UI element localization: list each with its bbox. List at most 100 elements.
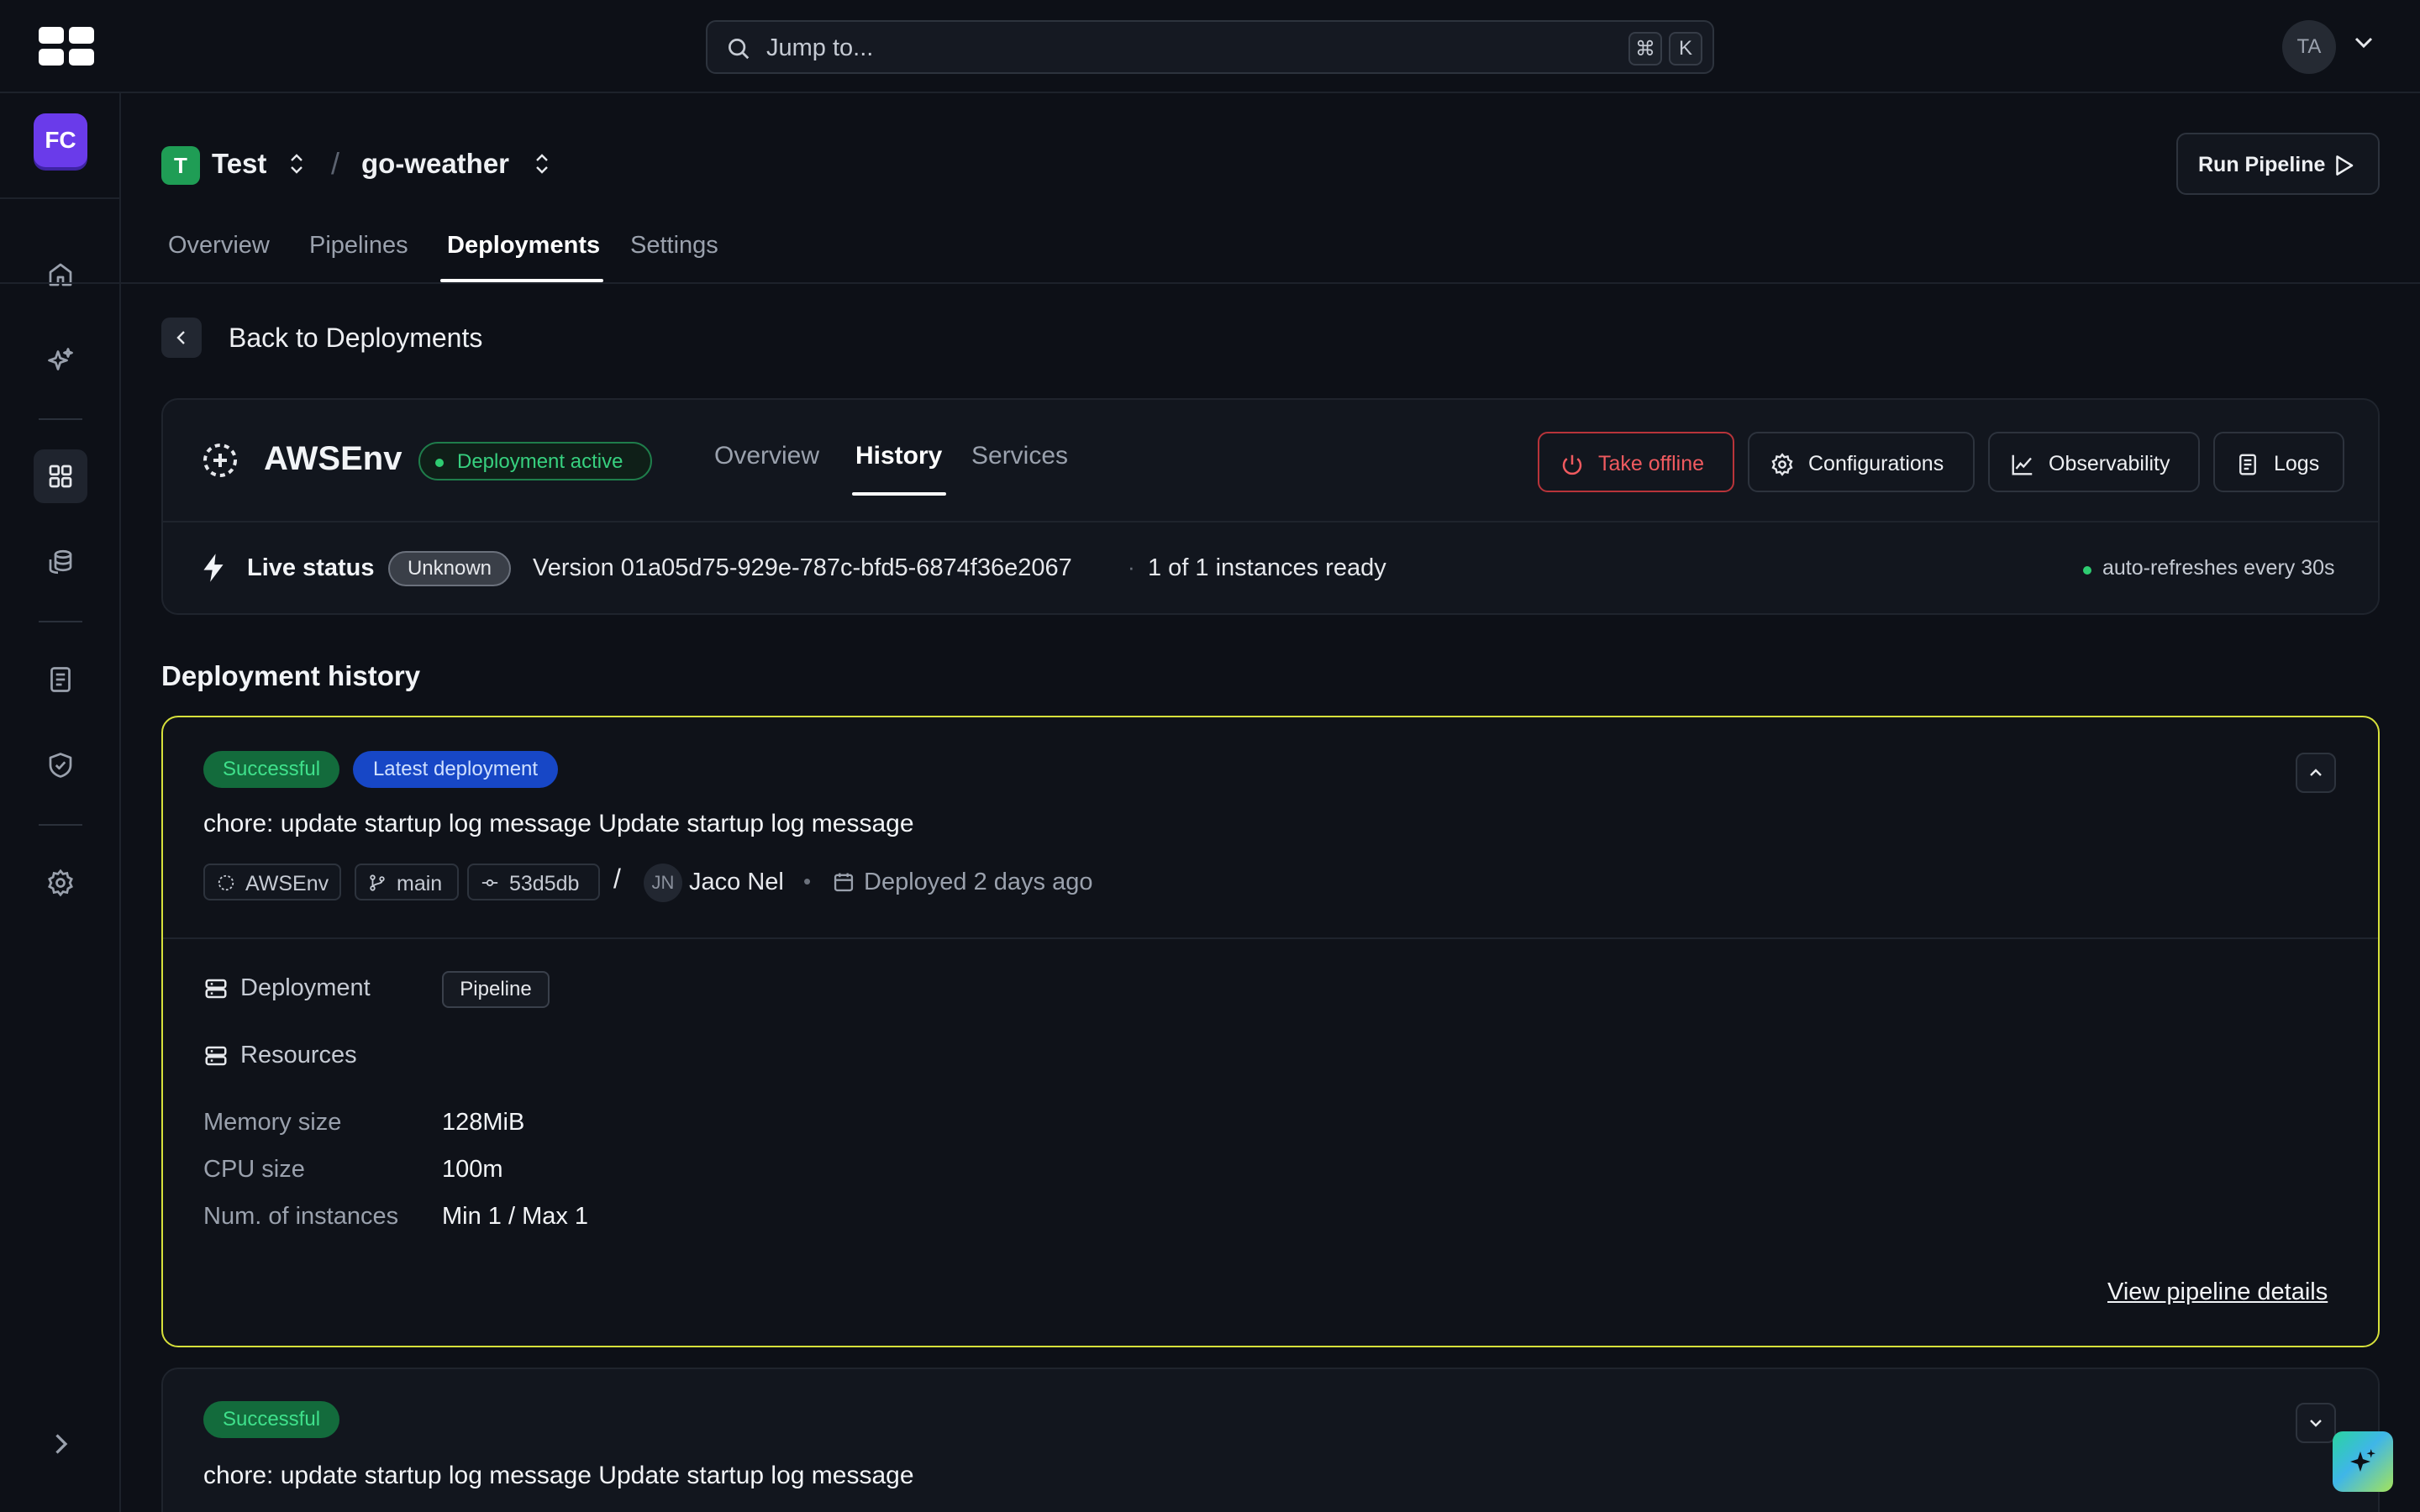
environment-chip-label: AWSEnv	[245, 872, 329, 895]
back-button[interactable]	[161, 318, 202, 358]
chevron-down-icon	[2310, 1420, 2322, 1427]
document-icon	[50, 667, 71, 692]
gear-icon	[48, 869, 73, 897]
author-name: Jaco Nel	[689, 869, 784, 895]
chart-line-icon	[2012, 454, 2033, 475]
configurations-button[interactable]: Configurations	[1748, 432, 1975, 492]
expand-button[interactable]	[2296, 1403, 2336, 1443]
run-pipeline-button[interactable]: Run Pipeline	[2176, 133, 2380, 195]
ai-assistant-button[interactable]	[2333, 1431, 2393, 1492]
sidebar: FC	[0, 93, 121, 1512]
tab-deployments[interactable]: Deployments	[447, 232, 600, 260]
latest-deployment-badge: Latest deployment	[353, 751, 558, 788]
env-tab-overview[interactable]: Overview	[714, 442, 819, 470]
project-switcher-icon[interactable]	[287, 151, 306, 176]
sidebar-item-settings[interactable]	[34, 856, 87, 910]
sidebar-expand-button[interactable]	[34, 1417, 87, 1471]
sparkles-icon	[48, 348, 73, 370]
commit-message: chore: update startup log message Update…	[203, 1462, 914, 1489]
active-tab-indicator	[440, 279, 603, 282]
sidebar-item-ai[interactable]	[34, 333, 87, 387]
separator-dot: ·	[1128, 554, 1135, 580]
repo-switcher-icon[interactable]	[533, 151, 551, 176]
back-link[interactable]: Back to Deployments	[229, 323, 482, 354]
card-divider	[163, 937, 2378, 939]
environment-icon	[203, 444, 237, 477]
search-input[interactable]: Jump to... ⌘ K	[706, 20, 1714, 74]
author-avatar: JN	[644, 864, 682, 902]
chevron-right-icon	[55, 1434, 68, 1454]
environment-name: AWSEnv	[264, 440, 402, 477]
deployment-history-item[interactable]: Successful Latest deployment chore: upda…	[161, 716, 2380, 1347]
tab-pipelines[interactable]: Pipelines	[309, 232, 408, 260]
env-tab-services[interactable]: Services	[971, 442, 1068, 470]
resources-label: Resources	[240, 1042, 357, 1068]
chevron-down-icon[interactable]	[2353, 35, 2375, 50]
sidebar-item-databases[interactable]	[34, 535, 87, 589]
project-name[interactable]: Test	[212, 148, 266, 180]
logs-label: Logs	[2274, 452, 2320, 475]
server-icon	[205, 1046, 227, 1066]
resource-key: Memory size	[203, 1109, 342, 1136]
resource-value: 100m	[442, 1156, 503, 1183]
sidebar-item-projects[interactable]	[34, 449, 87, 503]
deployment-type-badge: Pipeline	[442, 971, 550, 1008]
calendar-icon	[834, 873, 854, 892]
take-offline-label: Take offline	[1598, 452, 1705, 475]
sidebar-divider	[39, 621, 82, 622]
repo-name[interactable]: go-weather	[361, 148, 509, 180]
search-placeholder: Jump to...	[766, 34, 874, 61]
commit-message: chore: update startup log message Update…	[203, 810, 914, 837]
commit-chip-label: 53d5db	[509, 872, 580, 895]
app-root: Jump to... ⌘ K TA FC T Test / go-weather…	[0, 0, 2420, 1512]
shield-icon	[49, 753, 72, 778]
deployment-label: Deployment	[240, 974, 371, 1001]
take-offline-button[interactable]: Take offline	[1538, 432, 1734, 492]
top-bar: Jump to... ⌘ K TA	[0, 0, 2420, 93]
tab-settings[interactable]: Settings	[630, 232, 718, 260]
resource-key: CPU size	[203, 1156, 305, 1183]
server-icon	[205, 979, 227, 999]
env-tab-history[interactable]: History	[855, 442, 942, 470]
instances-ready-text: 1 of 1 instances ready	[1148, 554, 1386, 581]
user-avatar[interactable]: TA	[2282, 20, 2336, 74]
shortcut-k-key: K	[1669, 32, 1702, 66]
observability-label: Observability	[2049, 452, 2170, 475]
shortcut-cmd-key: ⌘	[1628, 32, 1662, 66]
chevron-left-icon	[176, 331, 185, 344]
auto-refresh-text: auto-refreshes every 30s	[2102, 556, 2335, 580]
grid-icon	[49, 465, 72, 488]
app-logo-icon[interactable]	[39, 27, 94, 66]
sidebar-divider	[0, 197, 121, 199]
environment-icon	[218, 874, 234, 891]
commit-chip: 53d5db	[467, 864, 600, 900]
document-icon	[2239, 454, 2256, 475]
deployment-history-title: Deployment history	[161, 660, 421, 691]
resource-key: Num. of instances	[203, 1203, 399, 1230]
project-badge: T	[161, 146, 200, 185]
tab-overview[interactable]: Overview	[168, 232, 270, 260]
deployment-history-item[interactable]: Successful chore: update startup log mes…	[161, 1368, 2380, 1512]
configurations-label: Configurations	[1808, 452, 1944, 475]
environment-card-divider	[163, 521, 2378, 522]
meta-dot: •	[803, 869, 812, 894]
live-status-label: Live status	[247, 554, 375, 581]
run-pipeline-label: Run Pipeline	[2198, 153, 2326, 176]
sidebar-item-docs[interactable]	[34, 653, 87, 706]
branch-chip: main	[355, 864, 459, 900]
git-branch-icon	[370, 874, 385, 891]
search-icon	[729, 39, 750, 60]
environment-card: AWSEnv Deployment active Overview Histor…	[161, 398, 2380, 615]
collapse-button[interactable]	[2296, 753, 2336, 793]
workspace-avatar[interactable]: FC	[34, 113, 87, 167]
logs-button[interactable]: Logs	[2213, 432, 2344, 492]
sidebar-divider	[39, 418, 82, 420]
version-text: Version 01a05d75-929e-787c-bfd5-6874f36e…	[533, 554, 1072, 581]
observability-button[interactable]: Observability	[1988, 432, 2200, 492]
sidebar-divider	[39, 824, 82, 826]
sidebar-item-security[interactable]	[34, 738, 87, 792]
view-pipeline-details-link[interactable]: View pipeline details	[2107, 1278, 2328, 1306]
sparkles-icon	[2350, 1449, 2375, 1472]
branch-chip-label: main	[397, 872, 443, 895]
meta-separator: /	[613, 864, 621, 894]
